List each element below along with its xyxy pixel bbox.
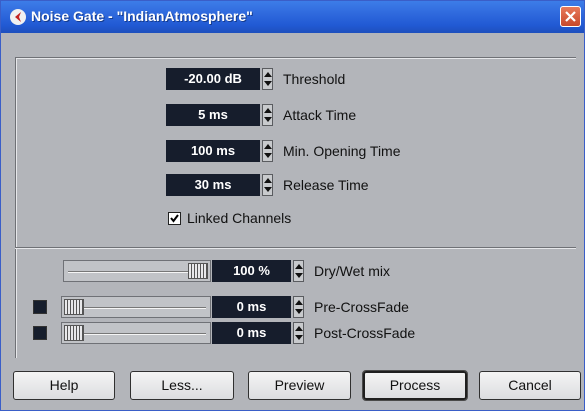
less-button[interactable]: Less... xyxy=(130,371,234,400)
linked-channels-label: Linked Channels xyxy=(187,210,292,226)
threshold-value[interactable]: -20.00 dB xyxy=(166,68,260,90)
pre-crossfade-toggle[interactable] xyxy=(33,300,47,314)
threshold-label: Threshold xyxy=(283,71,346,87)
close-button[interactable] xyxy=(560,6,581,27)
post-crossfade-slider-thumb[interactable] xyxy=(64,325,84,341)
title-bar[interactable]: Noise Gate - "IndianAtmosphere" xyxy=(1,1,584,33)
attack-time-label: Attack Time xyxy=(283,107,357,123)
attack-time-spinner[interactable] xyxy=(262,104,273,126)
window-title: Noise Gate - "IndianAtmosphere" xyxy=(31,8,253,24)
pre-crossfade-slider-thumb[interactable] xyxy=(64,299,84,315)
process-button[interactable]: Process xyxy=(362,370,468,401)
drywet-slider[interactable] xyxy=(63,260,211,282)
close-icon xyxy=(565,11,576,22)
min-opening-time-value[interactable]: 100 ms xyxy=(166,140,260,162)
release-time-value[interactable]: 30 ms xyxy=(166,174,260,196)
min-opening-time-label: Min. Opening Time xyxy=(283,143,401,159)
section-divider xyxy=(15,247,576,249)
attack-time-value[interactable]: 5 ms xyxy=(166,104,260,126)
linked-channels-checkbox[interactable] xyxy=(168,212,181,225)
post-crossfade-value[interactable]: 0 ms xyxy=(212,322,291,344)
pre-crossfade-label: Pre-CrossFade xyxy=(314,299,409,315)
drywet-label: Dry/Wet mix xyxy=(314,263,390,279)
pre-crossfade-slider[interactable] xyxy=(61,296,211,318)
preview-button[interactable]: Preview xyxy=(248,371,351,400)
pre-crossfade-spinner[interactable] xyxy=(293,296,304,318)
left-groove xyxy=(15,58,17,358)
noise-gate-dialog: Noise Gate - "IndianAtmosphere" -20.00 d… xyxy=(0,0,585,411)
drywet-spinner[interactable] xyxy=(293,260,304,282)
post-crossfade-toggle[interactable] xyxy=(33,326,47,340)
min-opening-time-spinner[interactable] xyxy=(262,140,273,162)
pre-crossfade-value[interactable]: 0 ms xyxy=(212,296,291,318)
release-time-spinner[interactable] xyxy=(262,174,273,196)
threshold-spinner[interactable] xyxy=(262,68,273,90)
help-button[interactable]: Help xyxy=(13,371,115,400)
drywet-value[interactable]: 100 % xyxy=(212,260,291,282)
drywet-slider-thumb[interactable] xyxy=(188,263,208,279)
post-crossfade-label: Post-CrossFade xyxy=(314,325,416,341)
release-time-label: Release Time xyxy=(283,177,369,193)
post-crossfade-slider[interactable] xyxy=(61,322,211,344)
post-crossfade-spinner[interactable] xyxy=(293,322,304,344)
top-groove xyxy=(15,57,576,59)
checkmark-icon xyxy=(170,214,179,223)
cancel-button[interactable]: Cancel xyxy=(479,371,581,400)
cubase-logo-icon xyxy=(10,9,26,25)
